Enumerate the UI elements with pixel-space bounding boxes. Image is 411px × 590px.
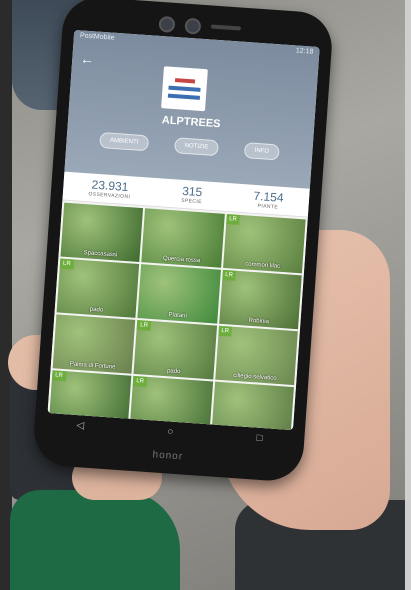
- species-caption: Palma di Fortune: [69, 361, 116, 371]
- species-grid: Spaccasassi Quercia rossa LR common lilac LR…: [47, 200, 308, 431]
- species-tile[interactable]: [211, 381, 294, 431]
- species-tile[interactable]: LR common lilac: [222, 213, 306, 274]
- species-caption: ciliegio selvatico: [233, 372, 277, 382]
- species-caption: Spaccasassi: [83, 250, 118, 259]
- nav-back-icon[interactable]: ◁: [76, 420, 84, 432]
- species-tile[interactable]: Palma di Fortune: [52, 314, 136, 374]
- app-header: PostMobile 12:18 ← ALPTREES AMBIENTI NOT…: [64, 29, 320, 189]
- species-caption: Quercia rossa: [162, 255, 201, 265]
- smartphone: PostMobile 12:18 ← ALPTREES AMBIENTI NOT…: [31, 0, 335, 483]
- app-screen: PostMobile 12:18 ← ALPTREES AMBIENTI NOT…: [47, 29, 320, 431]
- front-camera-icon: [158, 15, 176, 33]
- back-arrow-icon[interactable]: ←: [80, 50, 95, 67]
- brand-logo: honor: [152, 449, 184, 463]
- lr-badge: LR: [225, 213, 241, 225]
- species-caption: pado: [166, 368, 181, 376]
- tab-info[interactable]: INFO: [244, 142, 280, 161]
- green-shirt: [10, 490, 180, 590]
- tab-notizie[interactable]: NOTIZIE: [174, 137, 219, 157]
- species-caption: Platani: [168, 312, 187, 320]
- tab-ambienti[interactable]: AMBIENTI: [99, 131, 149, 152]
- species-tile[interactable]: LR ciliegio selvatico: [214, 325, 298, 386]
- tab-bar: AMBIENTI NOTIZIE INFO: [66, 130, 313, 163]
- scene-right-edge: [405, 0, 411, 590]
- sensor-icon: [184, 17, 202, 35]
- lr-badge: LR: [132, 375, 148, 387]
- nav-home-icon[interactable]: ○: [167, 426, 174, 437]
- clock-label: 12:18: [295, 47, 314, 56]
- species-tile[interactable]: Spaccasassi: [60, 202, 144, 263]
- nav-recents-icon[interactable]: □: [256, 433, 263, 444]
- species-caption: Robinia: [248, 317, 270, 326]
- stat-species: 315 SPECIE: [180, 183, 203, 206]
- species-caption: common lilac: [244, 261, 281, 270]
- lr-badge: LR: [51, 370, 67, 382]
- lr-badge: LR: [136, 320, 152, 331]
- species-tile[interactable]: Quercia rossa: [141, 208, 225, 268]
- species-tile[interactable]: LR Robinia: [218, 269, 302, 330]
- species-tile[interactable]: LR pado: [133, 320, 217, 380]
- species-tile[interactable]: Platani: [137, 264, 221, 324]
- app-logo: [161, 66, 208, 112]
- lr-badge: LR: [59, 258, 74, 270]
- species-tile[interactable]: LR: [129, 375, 213, 431]
- scene-left-edge: [0, 0, 12, 590]
- species-tile[interactable]: LR pado: [56, 258, 140, 318]
- stat-plants: 7.154 PIANTE: [253, 188, 285, 211]
- lr-badge: LR: [217, 325, 233, 337]
- lr-badge: LR: [221, 269, 237, 281]
- earpiece: [210, 24, 241, 31]
- carrier-label: PostMobile: [79, 32, 115, 42]
- status-bar: PostMobile 12:18: [73, 30, 319, 61]
- stat-observations: 23.931 OSSERVAZIONI: [88, 177, 131, 201]
- species-caption: pado: [89, 306, 104, 314]
